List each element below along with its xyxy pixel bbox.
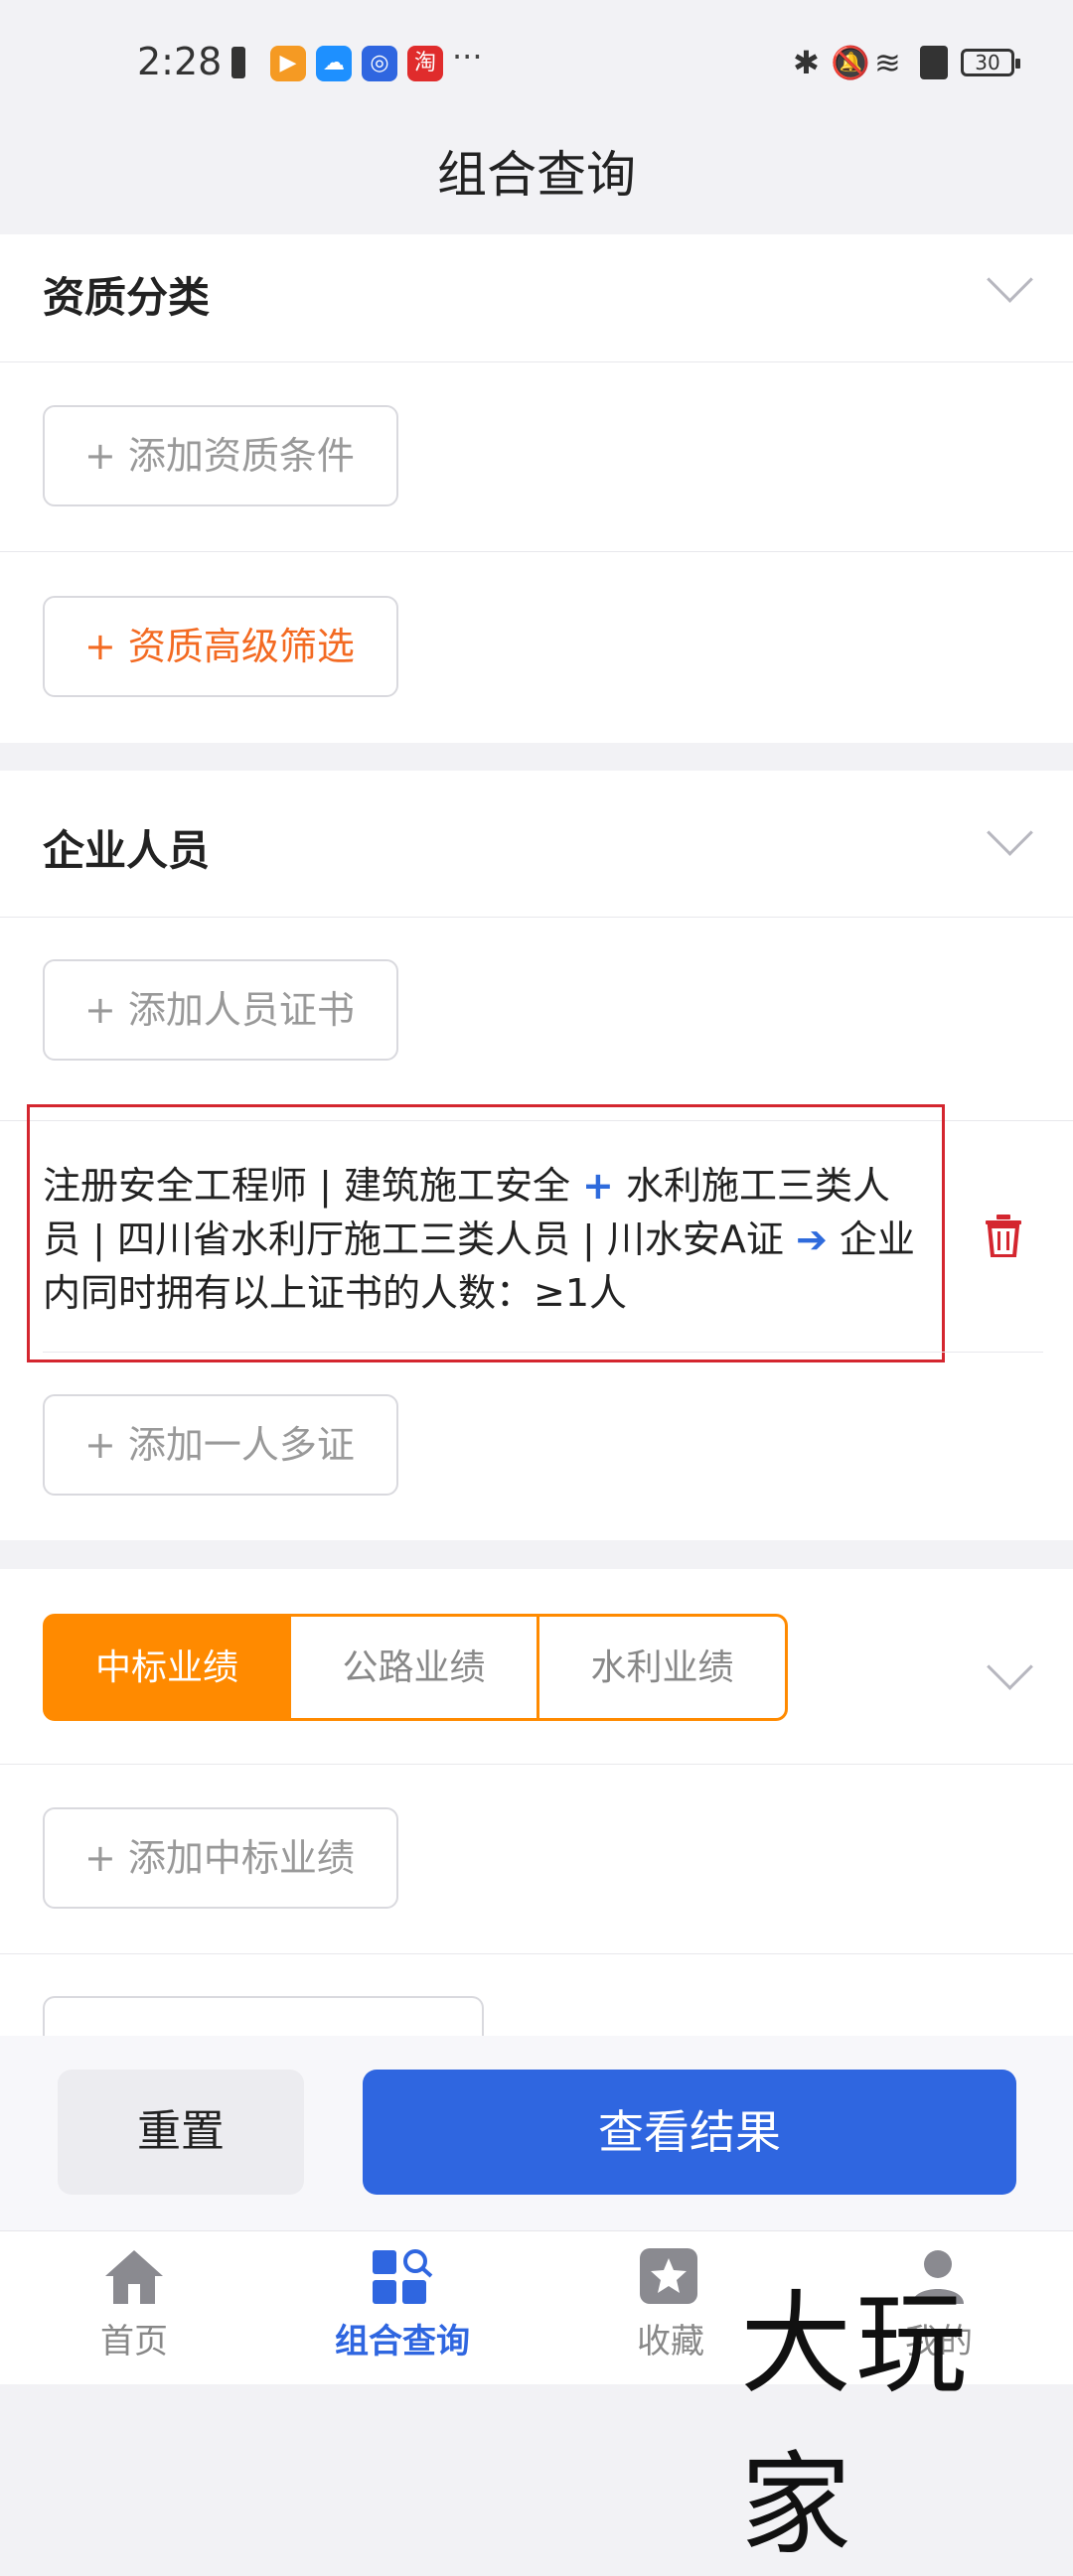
alert-icon [920, 46, 948, 79]
watermark: 大玩家 [740, 2280, 971, 2570]
view-results-button[interactable]: 查看结果 [363, 2070, 1016, 2195]
qualification-title: 资质分类 [43, 273, 211, 322]
reset-button[interactable]: 重置 [58, 2070, 304, 2195]
divider [0, 551, 1073, 552]
bluetooth-icon: ✱ [793, 44, 820, 81]
personnel-title: 企业人员 [43, 826, 211, 875]
add-multi-certificate-button[interactable]: + 添加一人多证 [43, 1394, 398, 1496]
add-bid-performance-button[interactable]: + 添加中标业绩 [43, 1807, 398, 1909]
nav-label-combo-query[interactable]: 组合查询 [303, 2314, 502, 2362]
favorites-star-icon[interactable] [638, 2246, 699, 2306]
mute-bell-icon: 🔕 [831, 44, 870, 81]
add-personnel-certificate-button[interactable]: + 添加人员证书 [43, 959, 398, 1061]
divider [0, 917, 1073, 918]
tab-bid-performance[interactable]: 中标业绩 [43, 1614, 291, 1721]
highlight-box [27, 1104, 945, 1362]
wifi-icon: ≋ [874, 44, 901, 81]
taobao-app-icon: 淘 [407, 46, 443, 81]
combo-query-icon[interactable] [370, 2246, 435, 2308]
tab-highway-performance[interactable]: 公路业绩 [291, 1614, 539, 1721]
status-time: 2:28 [137, 40, 223, 83]
divider [0, 1953, 1073, 1954]
divider [0, 1764, 1073, 1765]
bulb-app-icon: ◎ [362, 46, 397, 81]
nav-label-home[interactable]: 首页 [35, 2314, 233, 2362]
weather-app-icon: ☁ [316, 46, 352, 81]
battery-icon: 30 [961, 49, 1020, 76]
home-icon[interactable] [101, 2246, 167, 2306]
video-app-icon: ▶ [270, 46, 306, 81]
divider [43, 1352, 1043, 1353]
more-notifications-icon: ··· [452, 38, 483, 75]
add-qualification-button[interactable]: + 添加资质条件 [43, 405, 398, 506]
divider [0, 361, 1073, 362]
tab-water-performance[interactable]: 水利业绩 [539, 1614, 788, 1721]
status-alert-icon [231, 47, 245, 78]
delete-trash-icon[interactable] [984, 1214, 1023, 1257]
page-title: 组合查询 [437, 146, 636, 204]
qualification-advanced-filter-button[interactable]: + 资质高级筛选 [43, 596, 398, 697]
